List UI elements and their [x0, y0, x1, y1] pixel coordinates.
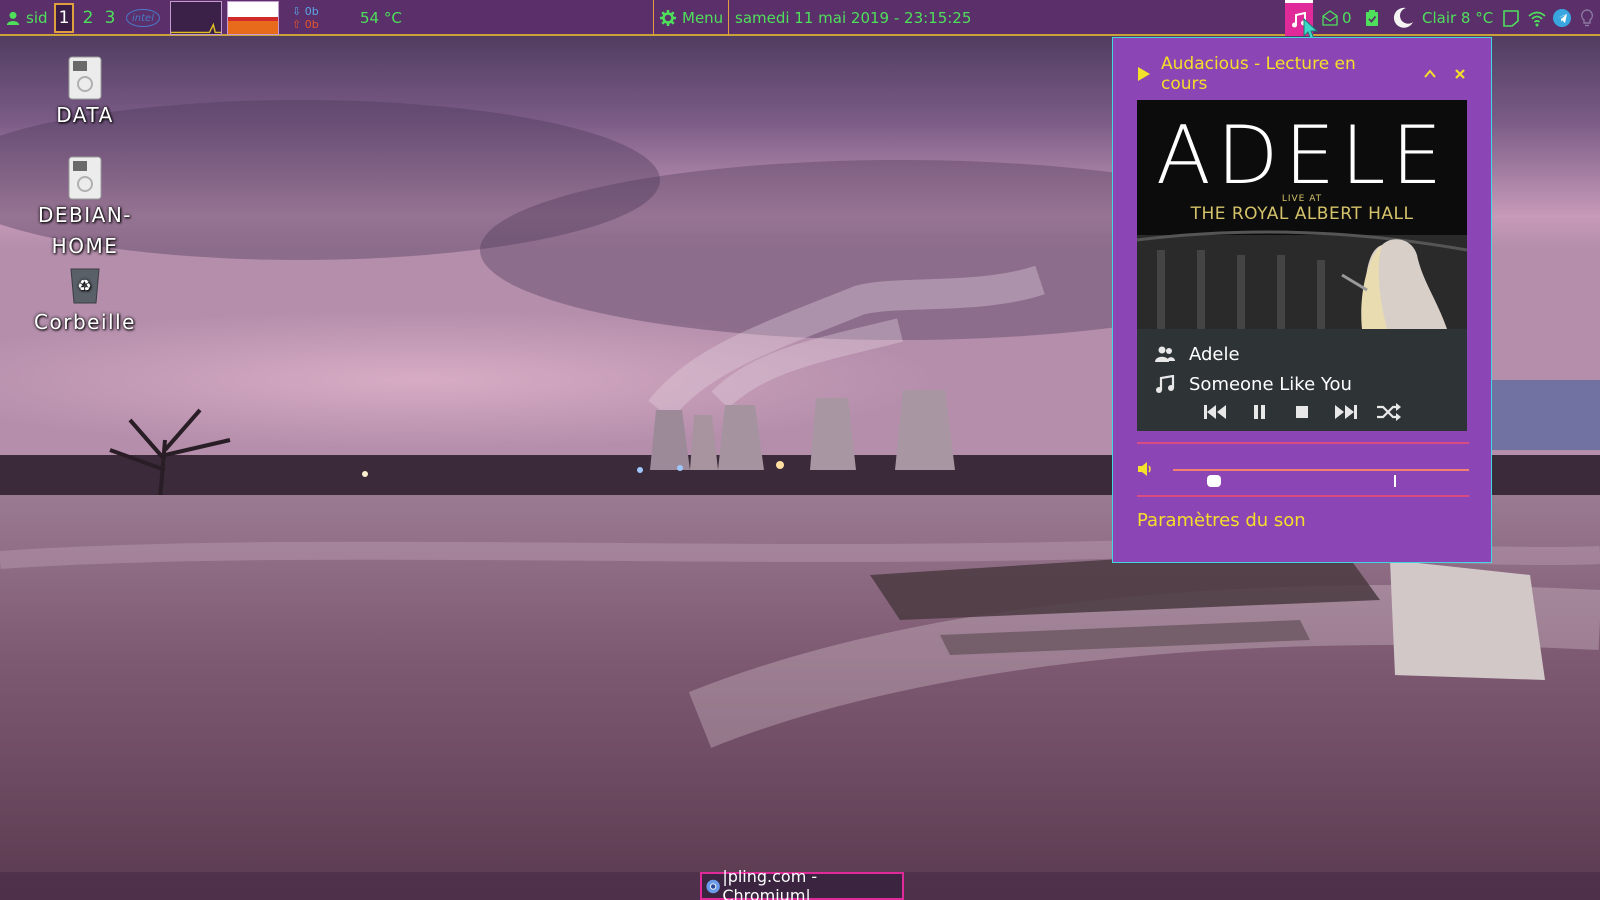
clipboard-indicator[interactable] [1364, 0, 1380, 36]
cpu-graph-line [171, 22, 221, 34]
cover-artist-text: ADELE [1156, 109, 1448, 202]
cpu-graph [170, 1, 222, 35]
menu-button[interactable]: Menu [653, 0, 723, 36]
volume-row [1137, 458, 1469, 487]
speaker-icon[interactable] [1137, 461, 1153, 477]
net-upload-value: 0b [304, 18, 319, 31]
mail-icon [1322, 10, 1338, 26]
workspace-2[interactable]: 2 [78, 3, 98, 33]
memory-graph [227, 1, 279, 35]
trash-icon: ♻ [70, 268, 100, 304]
music-note-icon [1156, 375, 1175, 393]
volume-slider[interactable] [1173, 469, 1469, 487]
top-panel: sid 1 2 3 intel ⇩ 0b ⇧ 0b 54 °C Menu sam… [0, 0, 1600, 36]
desktop-icon-label: DEBIAN-HOME [37, 203, 132, 258]
svg-text:♻: ♻ [77, 276, 93, 295]
workspace-3[interactable]: 3 [100, 3, 120, 33]
notes-icon[interactable] [1502, 9, 1520, 27]
track-title-row: Someone Like You [1155, 370, 1352, 398]
drive-icon [68, 156, 102, 200]
close-icon[interactable] [1453, 67, 1467, 81]
desktop-icon-debian-home[interactable]: DEBIAN-HOME [10, 156, 160, 262]
bottom-taskbar: |pling.com - Chromium| [0, 867, 1600, 900]
temperature: 54 °C [360, 9, 402, 27]
stop-icon[interactable] [1289, 402, 1315, 422]
album-cover: ADELE LIVE AT THE ROYAL ALBERT HALL [1137, 100, 1467, 329]
wifi-icon[interactable] [1528, 9, 1546, 27]
weather-indicator[interactable]: Clair 8 °C [1392, 0, 1493, 36]
weather-text: Clair 8 °C [1422, 9, 1494, 27]
clock[interactable]: samedi 11 mai 2019 - 23:15:25 [728, 0, 971, 36]
bulb-icon[interactable] [1578, 9, 1596, 27]
chevron-up-icon[interactable] [1423, 67, 1437, 81]
popup-separator [1137, 442, 1469, 444]
desktop-icon-label: Corbeille [34, 310, 136, 334]
sound-settings-link[interactable]: Paramètres du son [1137, 510, 1306, 531]
drive-icon [68, 56, 102, 100]
cover-live-at-text: LIVE AT [1281, 194, 1323, 204]
menu-label: Menu [682, 9, 724, 27]
mail-count: 0 [1342, 9, 1352, 27]
popup-title: Audacious - Lecture en cours [1161, 54, 1356, 94]
mail-indicator[interactable]: 0 [1322, 0, 1352, 36]
desktop-icon-data[interactable]: DATA [10, 56, 160, 131]
gear-icon [660, 10, 676, 26]
pause-icon[interactable] [1246, 402, 1272, 422]
chromium-icon [706, 879, 720, 893]
desktop-icon-label: DATA [56, 103, 114, 127]
play-icon [1138, 67, 1150, 81]
playback-controls [1202, 400, 1402, 424]
workspace-1[interactable]: 1 [54, 3, 74, 33]
moon-icon [1393, 7, 1413, 28]
player-card: ADELE LIVE AT THE ROYAL ALBERT HALL Adel… [1137, 100, 1467, 431]
track-artist-row: Adele [1155, 340, 1240, 368]
telegram-icon[interactable] [1553, 9, 1571, 27]
next-track-icon[interactable] [1333, 402, 1359, 422]
previous-track-icon[interactable] [1202, 402, 1228, 422]
track-artist: Adele [1189, 343, 1240, 365]
people-icon [1155, 346, 1175, 362]
track-title: Someone Like You [1189, 373, 1352, 395]
user-name: sid [26, 9, 48, 27]
net-download: ⇩ 0b [292, 5, 319, 18]
popup-separator [1137, 495, 1469, 497]
desktop-icon-trash[interactable]: ♻ Corbeille [10, 263, 160, 338]
taskbar-item-chromium[interactable]: |pling.com - Chromium| [700, 867, 904, 900]
shuffle-icon[interactable] [1376, 402, 1402, 422]
taskbar-item-label: |pling.com - Chromium| [722, 867, 818, 900]
popup-header: Audacious - Lecture en cours [1137, 54, 1467, 94]
net-download-value: 0b [304, 5, 319, 18]
user-icon [6, 11, 20, 25]
memory-graph-cache [228, 21, 278, 34]
network-speed: ⇩ 0b ⇧ 0b [292, 0, 319, 36]
volume-100-mark [1394, 475, 1396, 487]
cpu-logo: intel [126, 9, 160, 27]
user-indicator[interactable]: sid [6, 0, 48, 36]
audacious-popup: Audacious - Lecture en cours ADELE LIVE … [1112, 37, 1492, 563]
cover-venue-text: THE ROYAL ALBERT HALL [1190, 204, 1414, 224]
net-upload: ⇧ 0b [292, 18, 319, 31]
volume-slider-knob[interactable] [1207, 475, 1222, 487]
clipboard-icon [1366, 10, 1378, 26]
